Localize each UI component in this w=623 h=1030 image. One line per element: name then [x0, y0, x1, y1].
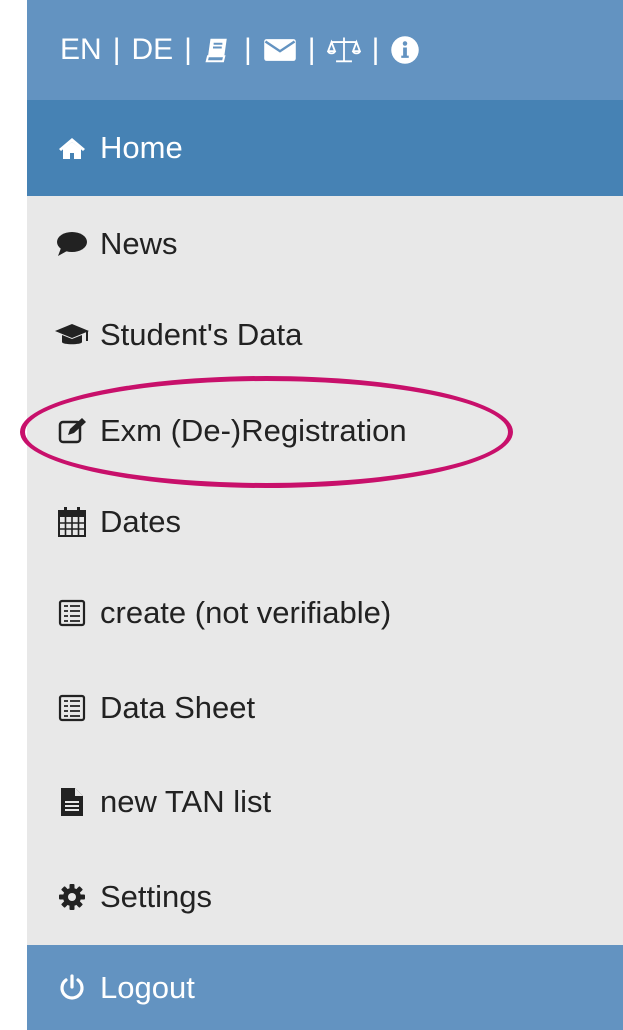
nav-label-home: Home	[100, 130, 183, 165]
book-icon[interactable]	[203, 35, 233, 65]
separator: |	[243, 33, 252, 66]
nav-label-data-sheet: Data Sheet	[100, 690, 256, 725]
file-text-icon	[54, 787, 90, 817]
separator: |	[184, 33, 192, 66]
nav-item-dates[interactable]: Dates	[27, 474, 623, 570]
graduation-cap-icon	[54, 322, 90, 348]
nav-label-create: create (not verifiable)	[100, 595, 392, 630]
info-icon[interactable]	[390, 35, 420, 65]
nav-item-news[interactable]: News	[27, 196, 623, 292]
nav-label-news: News	[100, 226, 178, 261]
nav-item-home[interactable]: Home	[27, 100, 623, 196]
language-de-link[interactable]: DE	[131, 33, 173, 67]
nav-item-logout[interactable]: Logout	[27, 945, 623, 1030]
nav-label-students-data: Student's Data	[100, 317, 303, 352]
top-bar: EN | DE | | | |	[27, 0, 623, 100]
separator: |	[112, 33, 121, 66]
nav-item-exam-registration[interactable]: Exm (De-)Registration	[27, 383, 623, 479]
nav-item-data-sheet[interactable]: Data Sheet	[27, 660, 623, 756]
nav-label-dates: Dates	[100, 504, 181, 539]
nav-label-settings: Settings	[100, 879, 213, 914]
language-en-link[interactable]: EN	[60, 33, 102, 67]
edit-icon	[54, 417, 90, 445]
nav-item-settings[interactable]: Settings	[27, 849, 623, 945]
sidebar-menu: EN | DE | | | | Home News Student's Data…	[27, 0, 623, 1030]
balance-scale-icon[interactable]	[326, 35, 361, 65]
nav-label-new-tan-list: new TAN list	[100, 784, 272, 819]
nav-item-students-data[interactable]: Student's Data	[27, 287, 623, 383]
separator: |	[371, 33, 380, 66]
comment-icon	[54, 231, 90, 257]
envelope-icon[interactable]	[263, 36, 297, 64]
home-icon	[54, 136, 90, 160]
calendar-icon	[54, 507, 90, 537]
nav-item-create[interactable]: create (not verifiable)	[27, 565, 623, 661]
nav-label-exam-registration: Exm (De-)Registration	[100, 413, 407, 448]
list-alt-icon	[54, 694, 90, 722]
nav-item-new-tan-list[interactable]: new TAN list	[27, 754, 623, 850]
power-icon	[54, 973, 90, 1002]
nav-label-logout: Logout	[100, 969, 195, 1005]
separator: |	[307, 33, 316, 66]
gear-icon	[54, 883, 90, 911]
list-alt-icon	[54, 599, 90, 627]
